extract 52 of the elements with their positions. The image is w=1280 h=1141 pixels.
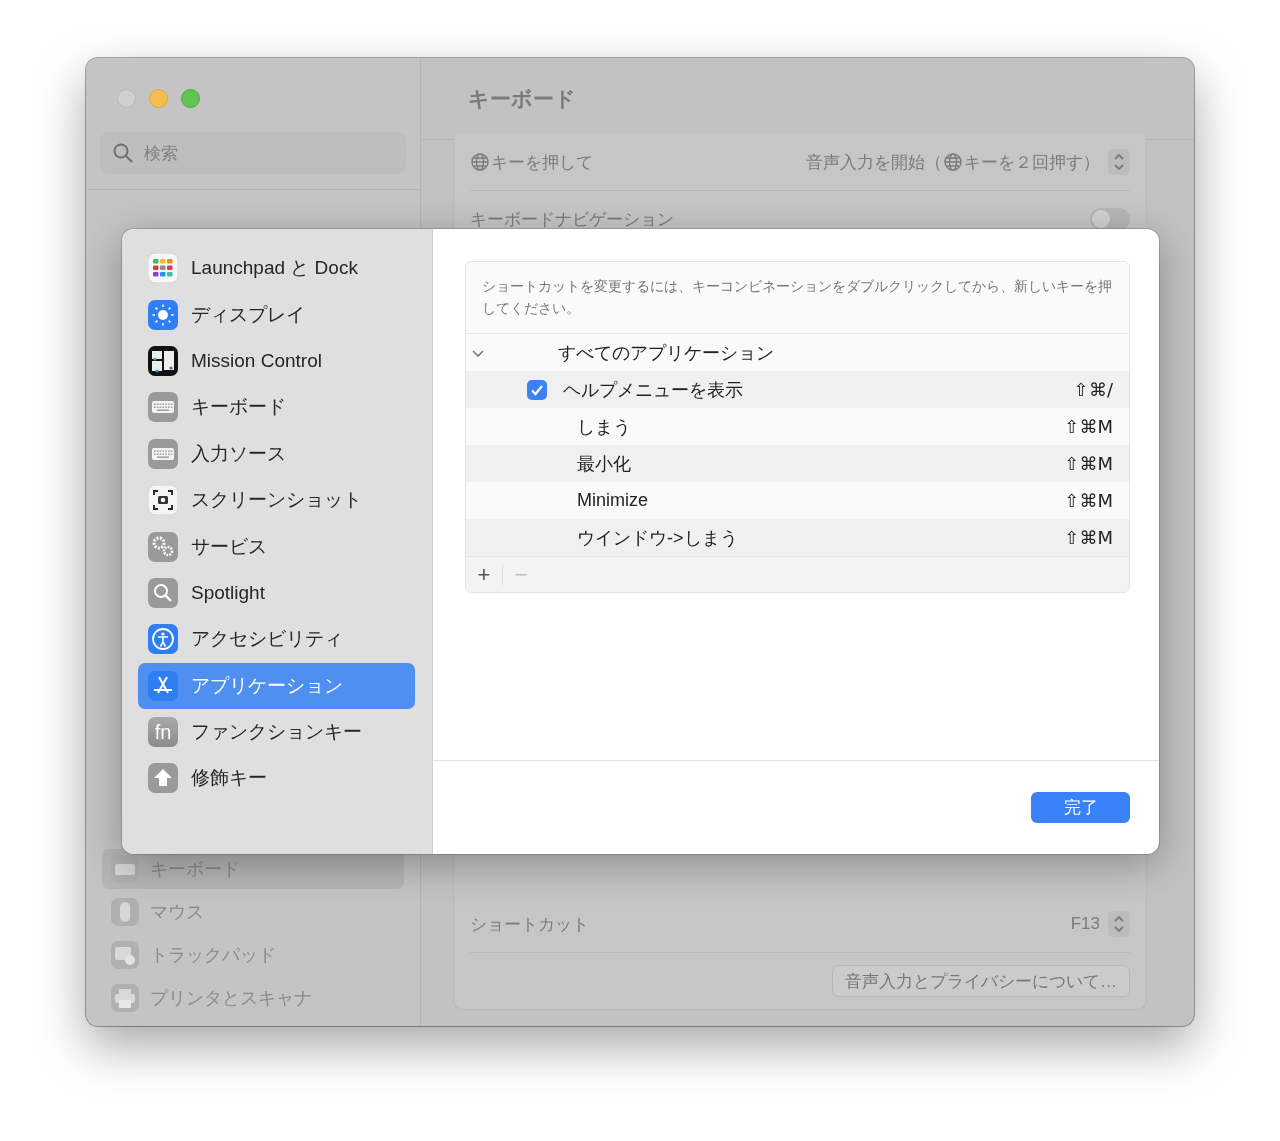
globe-icon xyxy=(470,152,490,172)
key-combo[interactable]: ⇧⌘M xyxy=(1064,416,1113,437)
category-item[interactable]: Spotlight xyxy=(138,569,415,617)
category-item[interactable]: アクセシビリティ xyxy=(138,616,415,663)
camera-icon xyxy=(148,485,178,516)
add-button[interactable]: + xyxy=(466,557,502,592)
mouse-icon xyxy=(110,897,140,927)
shortcut-label: ウインドウ->しまう xyxy=(577,526,738,550)
key-combo[interactable]: ⇧⌘M xyxy=(1064,527,1113,548)
category-item[interactable]: fn ファンクションキー xyxy=(138,708,415,756)
sun-icon xyxy=(148,299,178,330)
category-item[interactable]: スクリーンショット xyxy=(138,476,415,524)
window-title: キーボード xyxy=(468,85,576,112)
key-combo[interactable]: ⇧⌘M xyxy=(1064,453,1113,474)
gears-icon xyxy=(148,531,178,562)
printer-icon xyxy=(110,983,140,1013)
checkbox[interactable] xyxy=(527,379,547,400)
category-item[interactable]: Mission Control xyxy=(138,337,415,385)
category-item[interactable]: 修飾キー xyxy=(138,755,415,802)
stepper-icon[interactable] xyxy=(1108,149,1130,175)
stepper-icon[interactable] xyxy=(1108,911,1130,937)
key-combo[interactable]: ⇧⌘M xyxy=(1064,490,1113,511)
shortcut-label: 最小化 xyxy=(577,452,631,476)
app-grid-icon xyxy=(148,253,178,284)
shortcut-label: ヘルプメニューを表示 xyxy=(563,378,743,402)
group-label: すべてのアプリケーション xyxy=(558,341,774,365)
category-item[interactable]: サービス xyxy=(138,523,415,570)
setting-label: ショートカット xyxy=(470,913,589,936)
windows-icon xyxy=(148,345,178,376)
minimize-button[interactable] xyxy=(149,89,168,108)
search-icon xyxy=(148,577,178,608)
category-item[interactable]: Launchpad と Dock xyxy=(138,245,415,292)
search-icon xyxy=(112,142,134,164)
category-item[interactable]: ディスプレイ xyxy=(138,291,415,338)
done-button[interactable]: 完了 xyxy=(1031,792,1130,823)
shortcut-label: Minimize xyxy=(577,490,648,511)
search-placeholder: 検索 xyxy=(144,142,178,165)
zoom-button[interactable] xyxy=(181,89,200,108)
fn-key-icon: fn xyxy=(148,717,178,748)
setting-label: キーを押して xyxy=(470,150,593,174)
key-combo[interactable]: ⇧⌘/ xyxy=(1073,379,1113,400)
hand-icon xyxy=(110,940,140,970)
toggle-switch[interactable] xyxy=(1090,208,1130,230)
category-item[interactable]: 入力ソース xyxy=(138,430,415,477)
keyboard-icon xyxy=(148,392,178,423)
shortcut-label: しまう xyxy=(577,415,631,439)
accessibility-icon xyxy=(148,624,178,655)
setting-label: キーボードナビゲーション xyxy=(470,208,674,231)
app-store-icon xyxy=(148,670,178,701)
globe-icon xyxy=(943,152,963,172)
keyboard-icon xyxy=(148,438,178,469)
category-item[interactable]: キーボード xyxy=(138,384,415,431)
